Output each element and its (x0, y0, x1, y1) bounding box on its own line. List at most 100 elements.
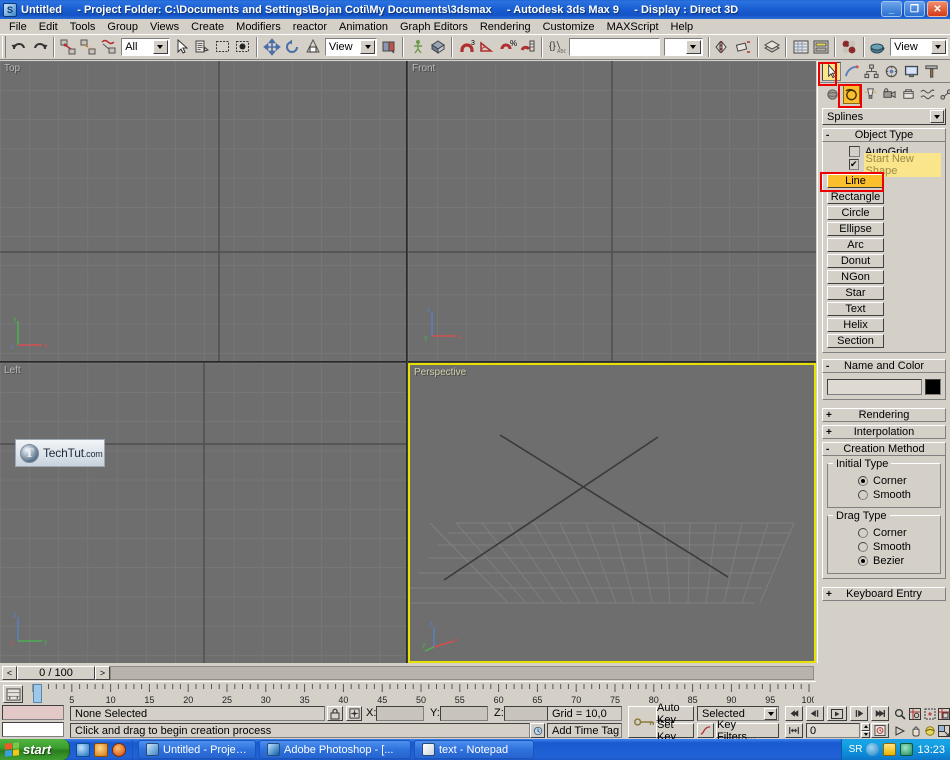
chevron-down-icon[interactable] (360, 40, 375, 54)
maxscript-output-line[interactable] (2, 705, 64, 720)
select-and-link-icon[interactable] (58, 36, 78, 58)
object-type-ngon-button[interactable]: NGon (827, 270, 884, 284)
z-field[interactable] (504, 706, 552, 721)
drag-type-bezier-radio[interactable] (858, 556, 868, 566)
snaps-toggle-icon[interactable]: 3 (456, 36, 476, 58)
zoom-all-icon[interactable] (908, 706, 922, 721)
internet-explorer-icon[interactable] (76, 742, 90, 757)
chevron-down-icon[interactable] (930, 40, 946, 54)
lights-category-button[interactable] (862, 85, 879, 104)
drag-type-corner-radio[interactable] (858, 528, 868, 538)
object-type-ellipse-button[interactable]: Ellipse (827, 222, 884, 236)
taskbar-button-1[interactable]: Adobe Photoshop - [... (259, 740, 411, 759)
track-bar-thumb[interactable] (33, 684, 42, 703)
select-and-rotate-icon[interactable] (282, 36, 302, 58)
menu-item-group[interactable]: Group (101, 20, 144, 34)
object-type-section-button[interactable]: Section (827, 334, 884, 348)
maximize-viewport-icon[interactable] (937, 723, 950, 738)
percent-snap-toggle-icon[interactable]: % (497, 36, 517, 58)
menu-item-graph-editors[interactable]: Graph Editors (394, 20, 474, 34)
viewport-top[interactable]: Top y x z (0, 61, 407, 362)
object-type-rectangle-button[interactable]: Rectangle (827, 190, 884, 204)
motion-tab[interactable] (882, 62, 901, 81)
drag-type-corner-row[interactable]: Corner (832, 526, 936, 540)
object-color-swatch[interactable] (925, 379, 941, 395)
geometry-category-button[interactable] (824, 85, 841, 104)
drag-type-smooth-radio[interactable] (858, 542, 868, 552)
maxscript-input-line[interactable] (2, 722, 64, 737)
object-type-rollout-header[interactable]: - Object Type (822, 128, 946, 142)
menu-item-edit[interactable]: Edit (33, 20, 64, 34)
render-scene-icon[interactable] (868, 36, 888, 58)
create-tab[interactable] (822, 62, 841, 81)
x-field[interactable] (376, 706, 424, 721)
toolbar-grip[interactable] (2, 36, 6, 58)
arc-rotate-icon[interactable] (923, 723, 937, 738)
menu-item-tools[interactable]: Tools (64, 20, 102, 34)
align-icon[interactable] (733, 36, 753, 58)
drag-type-smooth-row[interactable]: Smooth (832, 540, 936, 554)
start-new-shape-row[interactable]: ✔ Start New Shape (827, 152, 941, 177)
select-and-manipulate-icon[interactable] (407, 36, 427, 58)
bind-to-space-warp-icon[interactable] (99, 36, 119, 58)
current-frame-field[interactable]: 0 (806, 723, 860, 738)
spinner-snap-toggle-icon[interactable] (518, 36, 538, 58)
menu-item-help[interactable]: Help (665, 20, 700, 34)
initial-type-corner-row[interactable]: Corner (832, 474, 936, 488)
zoom-extents-all-icon[interactable] (937, 706, 950, 721)
next-frame-button[interactable]: > (95, 666, 110, 680)
space-warps-category-button[interactable] (919, 85, 936, 104)
menu-item-file[interactable]: File (3, 20, 33, 34)
taskbar-clock[interactable]: 13:23 (917, 744, 945, 756)
angle-snap-toggle-icon[interactable] (477, 36, 497, 58)
chevron-down-icon[interactable] (930, 110, 944, 123)
viewport-perspective[interactable]: Perspective z x y (408, 363, 816, 663)
add-time-tag[interactable]: Add Time Tag (547, 723, 622, 738)
rendering-rollout-header[interactable]: + Rendering (822, 408, 946, 422)
viewport-left[interactable]: Left z y x (0, 363, 407, 663)
undo-icon[interactable] (9, 36, 29, 58)
named-selection-sets-icon[interactable]: {} ABC (546, 36, 566, 58)
modify-tab[interactable] (842, 62, 861, 81)
menu-item-views[interactable]: Views (144, 20, 185, 34)
name-and-color-rollout-header[interactable]: - Name and Color (822, 359, 946, 373)
viewport-front[interactable]: Front z x y (408, 61, 816, 362)
display-tab[interactable] (902, 62, 921, 81)
rectangular-selection-region-icon[interactable] (213, 36, 233, 58)
interpolation-collapse-icon[interactable]: + (826, 427, 832, 438)
media-player-icon[interactable] (94, 742, 108, 757)
menu-item-customize[interactable]: Customize (537, 20, 601, 34)
security-alert-icon[interactable] (883, 743, 897, 756)
object-type-star-button[interactable]: Star (827, 286, 884, 300)
initial-type-corner-radio[interactable] (858, 476, 868, 486)
keyboard-entry-rollout-header[interactable]: + Keyboard Entry (822, 587, 946, 601)
named-selection-set-combo[interactable] (568, 38, 660, 56)
select-and-scale-icon[interactable] (302, 36, 322, 58)
maximize-button[interactable]: ❐ (904, 1, 925, 17)
keyboard-entry-collapse-icon[interactable]: + (826, 589, 832, 600)
redo-icon[interactable] (29, 36, 49, 58)
object-type-text-button[interactable]: Text (827, 302, 884, 316)
antivirus-icon[interactable] (900, 743, 914, 756)
use-pivot-point-center-icon[interactable] (379, 36, 399, 58)
cameras-category-button[interactable] (881, 85, 898, 104)
hierarchy-tab[interactable] (862, 62, 881, 81)
time-configuration-icon[interactable] (871, 723, 889, 738)
menu-item-reactor[interactable]: reactor (287, 20, 333, 34)
field-of-view-icon[interactable] (893, 723, 907, 738)
interpolation-rollout-header[interactable]: + Interpolation (822, 425, 946, 439)
material-editor-icon[interactable] (839, 36, 859, 58)
object-type-arc-button[interactable]: Arc (827, 238, 884, 252)
select-and-move-icon[interactable] (261, 36, 281, 58)
show-desktop-icon[interactable] (866, 743, 880, 756)
menu-item-maxscript[interactable]: MAXScript (601, 20, 665, 34)
select-by-name-icon[interactable] (192, 36, 212, 58)
object-type-donut-button[interactable]: Donut (827, 254, 884, 268)
menu-item-rendering[interactable]: Rendering (474, 20, 537, 34)
key-filters-button[interactable]: Key Filters... (716, 719, 779, 743)
time-slider-handle[interactable]: 0 / 100 (17, 666, 95, 680)
time-slider-track[interactable] (110, 666, 814, 680)
chevron-down-icon[interactable] (685, 40, 701, 54)
pan-icon[interactable] (908, 723, 922, 738)
object-subcategory-combo[interactable]: Splines (822, 108, 946, 125)
